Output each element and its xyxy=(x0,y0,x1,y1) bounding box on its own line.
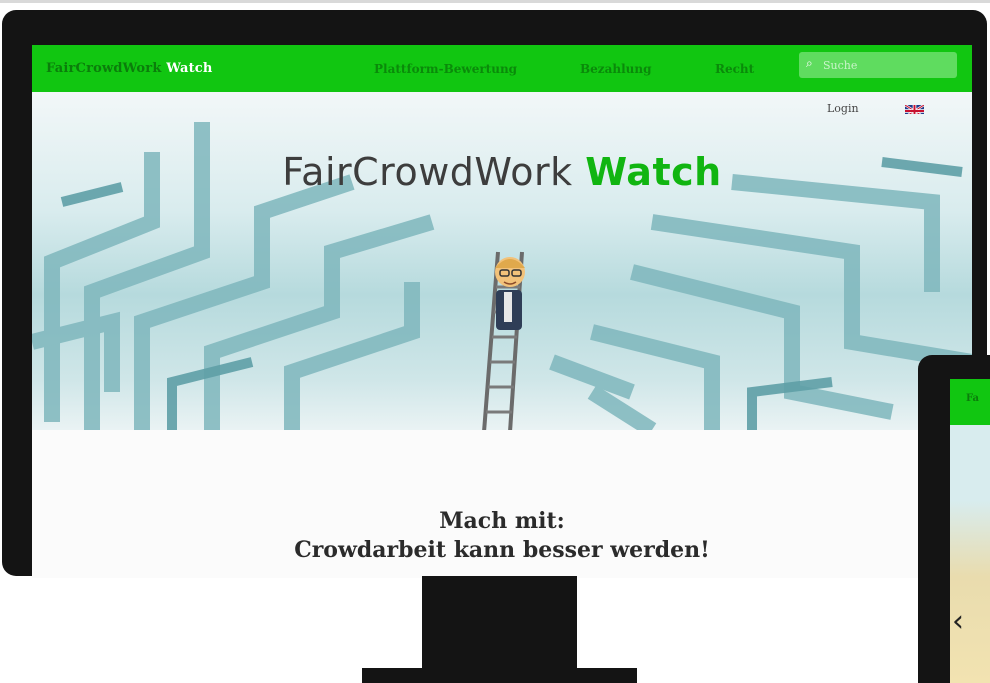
site-brand-link[interactable]: FairCrowdWork Watch xyxy=(46,61,213,76)
cta-heading-line1: Mach mit: xyxy=(439,508,565,534)
hero-title-accent: Watch xyxy=(585,150,722,194)
content-section: Mach mit: Crowdarbeit kann besser werden… xyxy=(32,430,972,578)
uk-flag-icon[interactable] xyxy=(905,102,924,114)
monitor-stand-neck xyxy=(422,576,577,670)
nav-link-recht[interactable]: Recht xyxy=(715,62,754,76)
nav-link-plattform-bewertung[interactable]: Plattform-Bewertung xyxy=(374,62,517,76)
tablet-device-frame: Fa ‹ xyxy=(918,355,990,683)
brand-prefix: FairCrowdWork xyxy=(46,61,162,76)
hero-title-prefix: FairCrowdWork xyxy=(282,150,573,194)
mascot-on-ladder-illustration xyxy=(482,251,525,430)
cta-heading-line2: Crowdarbeit kann besser werden! xyxy=(294,537,710,563)
carousel-prev-icon[interactable]: ‹ xyxy=(952,604,964,639)
top-navbar: FairCrowdWork Watch Plattform-Bewertung … xyxy=(32,45,972,92)
tablet-screen: Fa ‹ xyxy=(950,379,990,683)
login-link[interactable]: Login xyxy=(827,102,859,115)
search-icon: ⌕ xyxy=(806,56,813,70)
brand-accent: Watch xyxy=(166,61,213,76)
tablet-brand-fragment[interactable]: Fa xyxy=(966,393,979,404)
hero-banner: Login FairCrowdWork Watch xyxy=(32,92,972,430)
tablet-navbar: Fa xyxy=(950,379,990,425)
monitor-stand-foot xyxy=(362,668,637,683)
search-input[interactable] xyxy=(821,56,955,74)
desktop-monitor-frame: FairCrowdWork Watch Plattform-Bewertung … xyxy=(2,10,987,578)
window-top-border xyxy=(0,0,990,3)
nav-link-bezahlung[interactable]: Bezahlung xyxy=(580,62,652,76)
hero-title: FairCrowdWork Watch xyxy=(32,150,972,194)
search-box: ⌕ xyxy=(799,52,957,78)
desktop-screen: FairCrowdWork Watch Plattform-Bewertung … xyxy=(32,45,972,578)
